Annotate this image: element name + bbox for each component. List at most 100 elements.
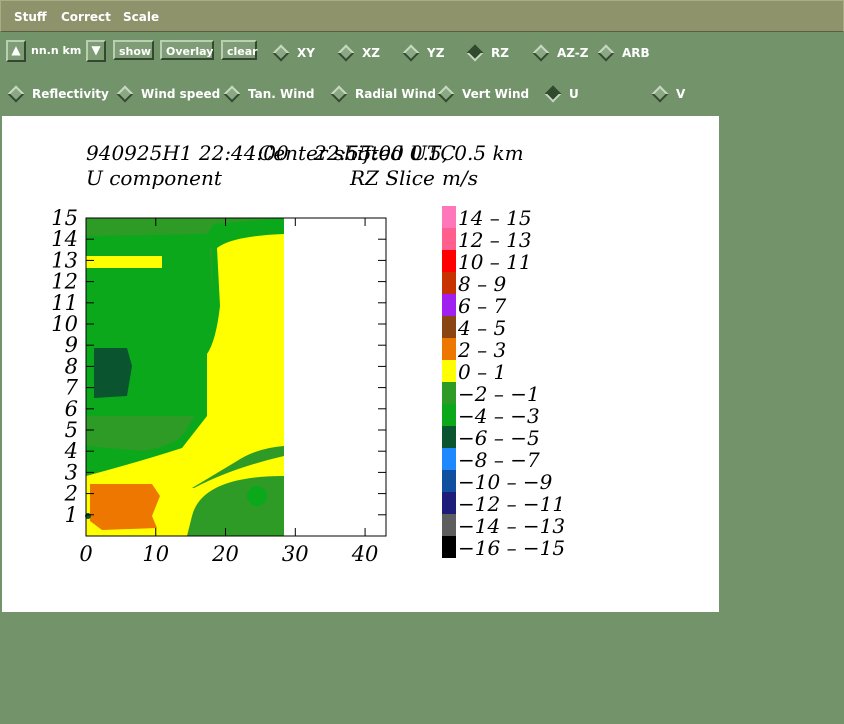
y-tick-label: 1	[65, 503, 78, 527]
color-legend: 14 – 1512 – 1310 – 118 – 96 – 74 – 52 – …	[442, 206, 565, 560]
radio-plane-az-z[interactable]: AZ-Z	[532, 44, 588, 62]
legend-label: 8 – 9	[458, 272, 506, 296]
plot-slice-type: RZ Slice	[349, 166, 435, 190]
x-tick-label: 40	[351, 542, 379, 566]
radio-indicator	[272, 44, 290, 62]
legend-swatch	[442, 426, 456, 448]
region-minus-4-to-minus-3-spot	[247, 486, 267, 506]
x-tick-label: 0	[79, 542, 92, 566]
overlay-button[interactable]: Overlay	[160, 40, 214, 60]
legend-swatch	[442, 470, 456, 492]
y-tick-label: 6	[65, 397, 78, 421]
legend-swatch	[442, 514, 456, 536]
y-tick-label: 9	[65, 333, 78, 357]
legend-swatch	[442, 360, 456, 382]
legend-swatch	[442, 206, 456, 228]
radio-field-radial-wind[interactable]: Radial Wind	[330, 85, 436, 103]
radio-indicator	[402, 44, 420, 62]
radio-plane-xy[interactable]: XY	[272, 44, 315, 62]
legend-label: −14 – −13	[458, 514, 565, 538]
plot-units: m/s	[442, 166, 478, 190]
show-button[interactable]: show	[113, 40, 154, 60]
region-minus-6-to-minus-5	[94, 348, 132, 398]
legend-swatch	[442, 316, 456, 338]
legend-label: −6 – −5	[458, 426, 540, 450]
radio-indicator-selected	[466, 44, 484, 62]
legend-swatch	[442, 404, 456, 426]
legend-label: 6 – 7	[458, 294, 506, 318]
radio-field-v[interactable]: V	[651, 85, 685, 103]
legend-label: −12 – −11	[458, 492, 565, 516]
clear-button[interactable]: clear	[221, 40, 258, 60]
y-tick-label: 3	[65, 460, 78, 484]
plot-canvas: 940925H1 22:44:00 Center shifted 0.5, 0.…	[2, 116, 719, 612]
y-tick-label: 2	[64, 482, 78, 506]
radio-indicator	[651, 85, 669, 103]
y-tick-label: 5	[65, 418, 78, 442]
menu-bar: Stuff Correct Scale	[0, 0, 844, 32]
radio-plane-arb[interactable]: ARB	[597, 44, 650, 62]
region-2-to-3	[90, 484, 160, 530]
radio-indicator	[597, 44, 615, 62]
legend-label: 0 – 1	[458, 360, 506, 384]
region-0-to-1-band	[86, 256, 162, 268]
radio-indicator	[330, 85, 348, 103]
radio-indicator	[437, 85, 455, 103]
legend-label: 10 – 11	[458, 250, 532, 274]
y-tick-label: 15	[51, 206, 78, 230]
plot-header-end-time: 22:55:00 UTC	[313, 141, 456, 165]
contour-field	[85, 218, 284, 536]
radio-field-u[interactable]: U	[544, 85, 579, 103]
step-up-button[interactable]: ▲	[6, 40, 26, 62]
menu-stuff[interactable]: Stuff	[14, 10, 47, 24]
radio-plane-rz[interactable]: RZ	[466, 44, 509, 62]
legend-swatch	[442, 250, 456, 272]
radio-indicator	[7, 85, 25, 103]
legend-label: 14 – 15	[458, 206, 532, 230]
y-tick-label: 8	[65, 354, 78, 378]
y-tick-label: 12	[51, 270, 78, 294]
legend-label: 2 – 3	[457, 338, 506, 362]
control-row-fields: Reflectivity Wind speed Tan. Wind Radial…	[0, 74, 844, 110]
legend-swatch	[442, 382, 456, 404]
radio-plane-yz[interactable]: YZ	[402, 44, 444, 62]
y-tick-label: 7	[65, 376, 79, 400]
legend-label: 4 – 5	[457, 316, 506, 340]
legend-swatch	[442, 272, 456, 294]
rz-slice-plot: 940925H1 22:44:00 Center shifted 0.5, 0.…	[51, 141, 565, 566]
x-tick-label: 20	[211, 542, 239, 566]
y-tick-label: 10	[51, 312, 78, 336]
legend-label: 12 – 13	[458, 228, 532, 252]
radio-field-reflectivity[interactable]: Reflectivity	[7, 85, 109, 103]
radio-indicator-selected	[544, 85, 562, 103]
legend-swatch	[442, 294, 456, 316]
control-row-planes: ▲ nn.n km ▼ show Overlay clear XY XZ YZ …	[0, 34, 844, 70]
radio-indicator	[223, 85, 241, 103]
radio-indicator	[337, 44, 355, 62]
y-tick-label: 4	[64, 439, 78, 463]
step-down-button[interactable]: ▼	[86, 40, 106, 62]
radio-field-tan-wind[interactable]: Tan. Wind	[223, 85, 315, 103]
x-tick-label: 30	[282, 542, 309, 566]
legend-label: −8 – −7	[458, 448, 540, 472]
legend-swatch	[442, 448, 456, 470]
radio-field-wind-speed[interactable]: Wind speed	[116, 85, 220, 103]
radio-indicator	[116, 85, 134, 103]
step-label: nn.n km	[31, 44, 82, 57]
legend-swatch	[442, 536, 456, 558]
radio-indicator	[532, 44, 550, 62]
menu-correct[interactable]: Correct	[61, 10, 111, 24]
y-tick-label: 13	[51, 248, 78, 272]
legend-label: −4 – −3	[458, 404, 540, 428]
legend-swatch	[442, 338, 456, 360]
legend-label: −2 – −1	[458, 382, 540, 406]
radio-plane-xz[interactable]: XZ	[337, 44, 380, 62]
x-tick-label: 10	[142, 542, 169, 566]
y-tick-label: 14	[51, 227, 78, 251]
legend-label: −10 – −9	[458, 470, 553, 494]
legend-label: −16 – −15	[458, 536, 565, 560]
menu-scale[interactable]: Scale	[123, 10, 159, 24]
plot-field-title: U component	[86, 166, 223, 190]
legend-swatch	[442, 492, 456, 514]
radio-field-vert-wind[interactable]: Vert Wind	[437, 85, 529, 103]
